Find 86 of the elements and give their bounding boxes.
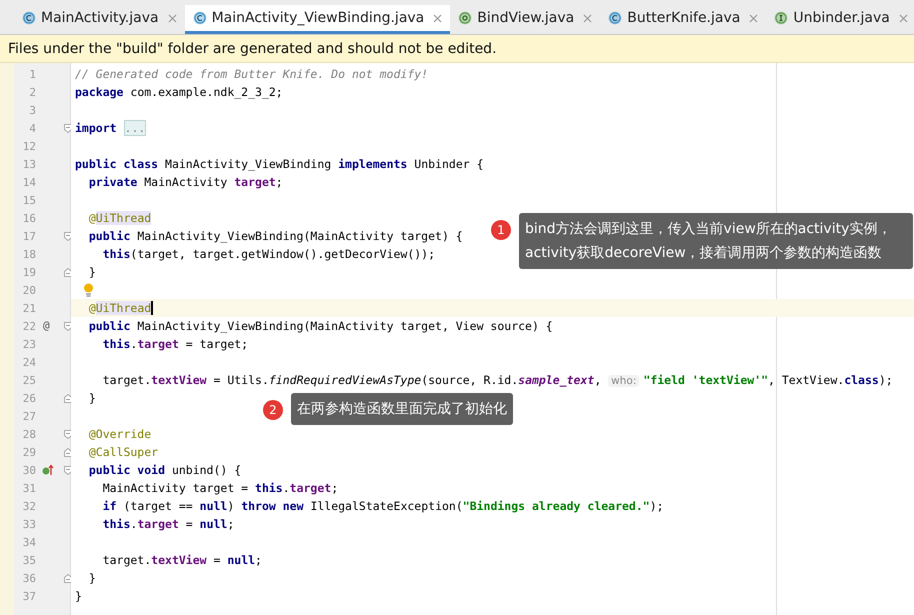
fold-icon[interactable] <box>64 574 72 583</box>
code-line: package com.example.ndk_2_3_2; <box>75 85 283 99</box>
implements-icon[interactable] <box>42 464 54 476</box>
line-number: 34 <box>22 536 36 548</box>
code-line: this.target = null; <box>102 517 234 531</box>
code-line: this.target = target; <box>102 337 248 351</box>
close-icon[interactable] <box>168 14 177 22</box>
fold-icon[interactable] <box>64 268 72 277</box>
line-number: 22 <box>22 320 36 332</box>
fold-icon[interactable] <box>64 232 72 241</box>
file-tab[interactable]: Unbinder.java <box>766 5 914 34</box>
line-number: 13 <box>22 158 36 170</box>
code-line: } <box>88 265 96 279</box>
code-line: @Override <box>88 427 152 441</box>
close-icon[interactable] <box>583 14 592 22</box>
line-number: 16 <box>22 212 36 224</box>
line-number: 18 <box>22 248 36 260</box>
line-number: 35 <box>22 554 36 566</box>
code-line: public MainActivity_ViewBinding(MainActivity target, View source) { <box>88 319 553 333</box>
line-number: 4 <box>28 122 36 134</box>
line-number: 14 <box>22 176 36 188</box>
fold-icon[interactable] <box>64 448 72 457</box>
code-line: MainActivity target = this.target; <box>102 481 338 495</box>
interface-icon <box>774 11 788 25</box>
line-number: 26 <box>22 392 36 404</box>
step-badge: 2 <box>263 400 283 420</box>
code-line: import ... <box>75 121 146 135</box>
code-line: target.textView = Utils.findRequiredViewAsType(source, R.id.sample_text, who: "field 'textView'", TextView.class); <box>102 373 893 387</box>
class-icon <box>192 11 207 25</box>
code-line: } <box>88 391 96 405</box>
text-cursor <box>151 301 154 315</box>
line-number: 20 <box>22 284 36 296</box>
fold-icon[interactable] <box>64 394 72 403</box>
line-number: 12 <box>22 140 36 152</box>
code-line: public class MainActivity_ViewBinding implements Unbinder { <box>75 157 484 171</box>
annotation-callout: bind方法会调到这里，传入当前view所在的activity实例，activity获取decoreView，接着调用两个参数的构造函数 <box>519 213 913 269</box>
line-number: 21 <box>22 302 36 314</box>
code-line: @UiThread <box>88 301 152 315</box>
fold-icon[interactable] <box>64 466 72 475</box>
line-number: 1 <box>28 68 36 80</box>
code-line: } <box>88 571 96 585</box>
line-number: 25 <box>22 374 36 386</box>
fold-icon[interactable] <box>64 322 72 331</box>
notification-banner: Files under the "build" folder are generated and should not be edited. <box>0 35 914 63</box>
close-icon[interactable] <box>898 14 908 22</box>
line-number: 2 <box>28 86 36 98</box>
lightbulb-icon[interactable] <box>83 283 94 297</box>
line-number: 27 <box>22 410 36 422</box>
code-line: // Generated code from Butter Knife. Do not modify! <box>75 67 428 81</box>
file-tab[interactable]: ButterKnife.java <box>600 5 766 34</box>
fold-icon[interactable] <box>64 124 72 133</box>
code-line: private MainActivity target; <box>88 175 283 189</box>
line-number: 32 <box>22 500 36 512</box>
close-icon[interactable] <box>433 14 442 22</box>
line-number: 23 <box>22 338 36 350</box>
code-line: public void unbind() { <box>88 463 242 477</box>
line-number: 36 <box>22 572 36 584</box>
line-number: 15 <box>22 194 36 206</box>
class-icon <box>608 11 622 25</box>
line-number: 17 <box>22 230 36 242</box>
fold-icon[interactable] <box>64 430 72 439</box>
code-line: } <box>75 589 82 603</box>
file-tab[interactable]: MainActivity_ViewBinding.java <box>184 5 450 34</box>
code-line: if (target == null) throw new IllegalStateException("Bindings already cleared."); <box>102 499 664 513</box>
close-icon[interactable] <box>749 14 758 22</box>
code-line: @UiThread <box>88 211 152 225</box>
line-number: 3 <box>28 104 36 116</box>
line-number: 30 <box>22 464 36 476</box>
line-number: 29 <box>22 446 36 458</box>
line-number: 19 <box>22 266 36 278</box>
gutter-marker: @ <box>43 319 50 332</box>
line-number: 31 <box>22 482 36 494</box>
line-number: 33 <box>22 518 36 530</box>
step-badge: 1 <box>491 220 511 240</box>
line-number: 37 <box>22 590 36 602</box>
annotation-icon <box>458 11 472 25</box>
code-line: @CallSuper <box>88 445 158 459</box>
class-icon <box>22 11 36 25</box>
line-number: 28 <box>22 428 36 440</box>
annotation-callout: 在两参构造函数里面完成了初始化 <box>291 393 513 425</box>
code-line: this(target, target.getWindow().getDecorView()); <box>102 247 436 261</box>
line-number: 24 <box>22 356 36 368</box>
code-line: public MainActivity_ViewBinding(MainActivity target) { <box>88 229 463 243</box>
file-tab[interactable]: MainActivity.java <box>14 5 185 34</box>
code-line: target.textView = null; <box>102 553 262 567</box>
file-tab[interactable]: BindView.java <box>450 5 600 34</box>
